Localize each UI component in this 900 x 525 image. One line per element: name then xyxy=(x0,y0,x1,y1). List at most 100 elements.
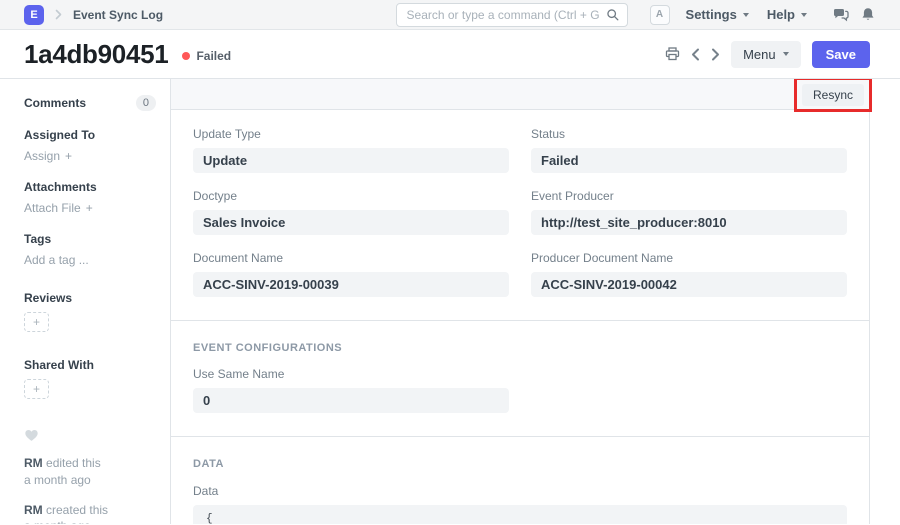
navbar: E Event Sync Log A Settings Help xyxy=(0,0,900,30)
producer-document-name-input[interactable]: ACC-SINV-2019-00042 xyxy=(531,272,847,297)
settings-label: Settings xyxy=(686,7,737,22)
menu-label: Menu xyxy=(743,47,776,62)
status-dot xyxy=(182,52,190,60)
field-label: Event Producer xyxy=(531,189,847,203)
like-button[interactable] xyxy=(24,428,156,442)
print-button[interactable] xyxy=(665,47,680,61)
field-document-name: Document Name ACC-SINV-2019-00039 xyxy=(193,251,509,297)
history-when: a month ago xyxy=(24,519,91,524)
attach-file-label: Attach File xyxy=(24,201,81,215)
field-status: Status Failed xyxy=(531,127,847,173)
caret-down-icon xyxy=(743,13,749,17)
search-input[interactable] xyxy=(396,3,628,27)
tags-label: Tags xyxy=(24,232,156,246)
plus-icon: + xyxy=(86,201,93,215)
page-actions: Menu Save xyxy=(665,41,870,68)
history-created[interactable]: RM created this a month ago xyxy=(24,502,156,524)
right-gutter xyxy=(870,79,900,524)
next-doc-button[interactable] xyxy=(711,48,720,61)
plus-icon: + xyxy=(33,382,40,396)
annotation-highlight: Resync xyxy=(794,78,872,112)
page-title: 1a4db90451 xyxy=(24,39,168,70)
attachments-section: Attachments Attach File + xyxy=(24,180,156,215)
help-label: Help xyxy=(767,7,795,22)
field-label: Status xyxy=(531,127,847,141)
history-user: RM xyxy=(24,503,43,517)
comments-label: Comments xyxy=(24,96,86,110)
bell-icon[interactable] xyxy=(861,7,875,22)
assigned-to-label: Assigned To xyxy=(24,128,156,142)
chat-icon[interactable] xyxy=(833,8,849,22)
plus-icon: + xyxy=(33,315,40,329)
assign-button[interactable]: Assign + xyxy=(24,149,156,163)
document-name-input[interactable]: ACC-SINV-2019-00039 xyxy=(193,272,509,297)
heart-icon xyxy=(25,430,37,441)
shared-with-label: Shared With xyxy=(24,358,156,372)
event-producer-input[interactable]: http://test_site_producer:8010 xyxy=(531,210,847,235)
page-content: Comments 0 Assigned To Assign + Attachme… xyxy=(0,78,900,524)
doctype-input[interactable]: Sales Invoice xyxy=(193,210,509,235)
page-head: 1a4db90451 Failed Menu Save xyxy=(0,30,900,78)
event-configurations-section-heading[interactable]: EVENT CONFIGURATIONS xyxy=(193,342,847,354)
update-type-input[interactable]: Update xyxy=(193,148,509,173)
tags-section: Tags Add a tag ... xyxy=(24,232,156,267)
global-search xyxy=(396,3,628,27)
field-label: Use Same Name xyxy=(193,367,509,381)
add-review-button[interactable]: + xyxy=(24,312,49,332)
prev-doc-button[interactable] xyxy=(691,48,700,61)
use-same-name-input[interactable]: 0 xyxy=(193,388,509,413)
form-sidebar: Comments 0 Assigned To Assign + Attachme… xyxy=(0,79,170,524)
status-label: Failed xyxy=(196,49,231,63)
add-tag-button[interactable]: Add a tag ... xyxy=(24,253,156,267)
app-logo[interactable]: E xyxy=(24,5,44,25)
comments-count-badge: 0 xyxy=(136,95,156,111)
attach-file-button[interactable]: Attach File + xyxy=(24,201,156,215)
comments-section[interactable]: Comments 0 xyxy=(24,95,156,111)
save-button[interactable]: Save xyxy=(812,41,870,68)
field-label: Document Name xyxy=(193,251,509,265)
section-divider xyxy=(171,320,869,321)
reviews-section: Reviews + xyxy=(24,291,156,332)
field-update-type: Update Type Update xyxy=(193,127,509,173)
field-label: Producer Document Name xyxy=(531,251,847,265)
shared-with-section: Shared With + xyxy=(24,358,156,399)
field-label: Data xyxy=(193,484,847,498)
form-body: Update Type Update Status Failed Doctype… xyxy=(171,110,869,524)
reviews-label: Reviews xyxy=(24,291,156,305)
field-data: Data { "added": { "items": [ { "actual_b… xyxy=(193,484,847,524)
history-edited[interactable]: RM edited this a month ago xyxy=(24,455,156,489)
assigned-to-section: Assigned To Assign + xyxy=(24,128,156,163)
resync-button[interactable]: Resync xyxy=(802,84,864,106)
status-input[interactable]: Failed xyxy=(531,148,847,173)
avatar[interactable]: A xyxy=(650,5,670,25)
settings-menu[interactable]: Settings xyxy=(686,7,749,22)
attachments-label: Attachments xyxy=(24,180,156,194)
history-action: created this xyxy=(46,503,108,517)
field-producer-document-name: Producer Document Name ACC-SINV-2019-000… xyxy=(531,251,847,297)
field-use-same-name: Use Same Name 0 xyxy=(193,367,509,413)
section-divider xyxy=(171,436,869,437)
share-button[interactable]: + xyxy=(24,379,49,399)
breadcrumb-chevron-icon xyxy=(54,9,63,20)
field-event-producer: Event Producer http://test_site_producer… xyxy=(531,189,847,235)
data-section-heading[interactable]: DATA xyxy=(193,458,847,470)
field-doctype: Doctype Sales Invoice xyxy=(193,189,509,235)
history-user: RM xyxy=(24,456,43,470)
form-layout: Resync Update Type Update Status Failed … xyxy=(170,79,870,524)
caret-down-icon xyxy=(783,52,789,56)
form-toolbar: Resync xyxy=(171,79,869,110)
history-when: a month ago xyxy=(24,473,91,487)
search-icon[interactable] xyxy=(606,8,620,22)
add-tag-label: Add a tag ... xyxy=(24,253,89,267)
plus-icon: + xyxy=(65,149,72,163)
data-textarea[interactable]: { "added": { "items": [ { "actual_batch_… xyxy=(193,505,847,524)
field-label: Update Type xyxy=(193,127,509,141)
status-indicator: Failed xyxy=(182,49,231,63)
field-label: Doctype xyxy=(193,189,509,203)
menu-button[interactable]: Menu xyxy=(731,41,801,68)
history-action: edited this xyxy=(46,456,101,470)
breadcrumb[interactable]: Event Sync Log xyxy=(73,8,163,22)
caret-down-icon xyxy=(801,13,807,17)
help-menu[interactable]: Help xyxy=(767,7,807,22)
assign-label: Assign xyxy=(24,149,60,163)
